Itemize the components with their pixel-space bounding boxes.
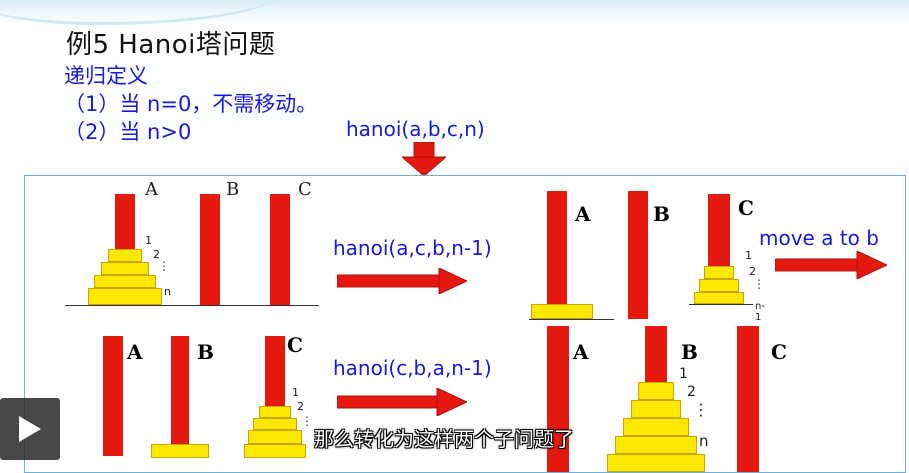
peg-b: [628, 191, 648, 319]
disk: [248, 430, 302, 444]
disk: [699, 279, 739, 292]
slide-subtitle: 递归定义: [64, 64, 148, 88]
peg-label-a: A: [145, 179, 158, 200]
disk: [94, 275, 156, 288]
peg-c: [270, 194, 290, 305]
peg-label-c: C: [287, 333, 303, 357]
disk-label-2: 2: [297, 400, 304, 413]
slide-title: 例5 Hanoi塔问题: [66, 30, 276, 60]
peg-label-a: A: [575, 202, 591, 226]
disk: [244, 444, 306, 458]
peg-c: [737, 326, 759, 472]
ground-line: [529, 319, 614, 320]
disk: [259, 406, 291, 418]
play-icon: [19, 416, 41, 442]
peg-b: [200, 194, 220, 305]
disk-label-n-1: n-1: [755, 301, 765, 323]
peg-label-c: C: [738, 196, 754, 220]
step1-call-label: hanoi(a,c,b,n-1): [333, 236, 492, 260]
disk-label-1: 1: [679, 366, 688, 382]
peg-label-a: A: [573, 340, 589, 364]
peg-a: [103, 336, 123, 456]
peg-c: [265, 336, 285, 406]
peg-label-a: A: [127, 340, 143, 364]
rule-recursive-case: （2）当 n>0: [64, 120, 192, 144]
right-arrow-icon: [775, 251, 887, 279]
peg-label-b: B: [653, 202, 670, 226]
video-play-button[interactable]: [0, 398, 60, 460]
peg-b: [171, 336, 189, 446]
peg-c: [708, 194, 730, 266]
scene-initial: A B C 1 2 ⋮ n: [61, 179, 321, 311]
peg-b: [645, 326, 667, 382]
disk: [623, 418, 689, 436]
disk-label-n: n: [699, 432, 709, 450]
disk: [704, 266, 734, 279]
peg-a: [547, 191, 567, 304]
down-arrow-icon: [402, 142, 446, 176]
disk: [253, 418, 297, 430]
peg-label-c: C: [771, 340, 787, 364]
ground-line: [65, 305, 319, 306]
right-arrow-icon: [337, 268, 467, 294]
disk-label-1: 1: [745, 249, 752, 262]
disk-label-2: 2: [687, 384, 696, 400]
peg-label-b: B: [226, 179, 240, 200]
disk-label-n: n: [164, 285, 171, 298]
dots: ⋮: [301, 414, 313, 428]
disk: [607, 454, 705, 472]
peg-label-b: B: [681, 340, 698, 364]
disk: [108, 249, 142, 262]
disk: [638, 382, 674, 400]
ground-line: [689, 304, 753, 305]
scene-after-step2: A B C 1 2 ⋮: [91, 328, 313, 460]
rule-base-case: （1）当 n=0，不需移动。: [64, 92, 318, 116]
dots: ⋮: [753, 277, 765, 291]
disk: [151, 444, 209, 458]
disk: [88, 288, 162, 305]
disk-label-1: 1: [292, 386, 299, 399]
right-arrow-icon: [337, 388, 467, 416]
dots: ⋮: [158, 259, 170, 273]
disk: [531, 304, 593, 319]
disk: [694, 292, 744, 304]
disk-label-1: 1: [145, 234, 152, 247]
disk: [615, 436, 697, 454]
main-call-label: hanoi(a,b,c,n): [346, 117, 485, 141]
scene-after-step1: A B C 1 2 ⋮ n-1: [529, 186, 765, 323]
video-subtitle-caption: 那么转化为这样两个子问题了: [314, 427, 574, 451]
peg-label-b: B: [197, 340, 214, 364]
disk: [101, 262, 149, 275]
step2-call-label: move a to b: [759, 226, 879, 250]
disk: [631, 400, 681, 418]
peg-label-c: C: [298, 179, 312, 200]
step3-call-label: hanoi(c,b,a,n-1): [333, 356, 492, 380]
dots: ⋮: [693, 400, 709, 419]
